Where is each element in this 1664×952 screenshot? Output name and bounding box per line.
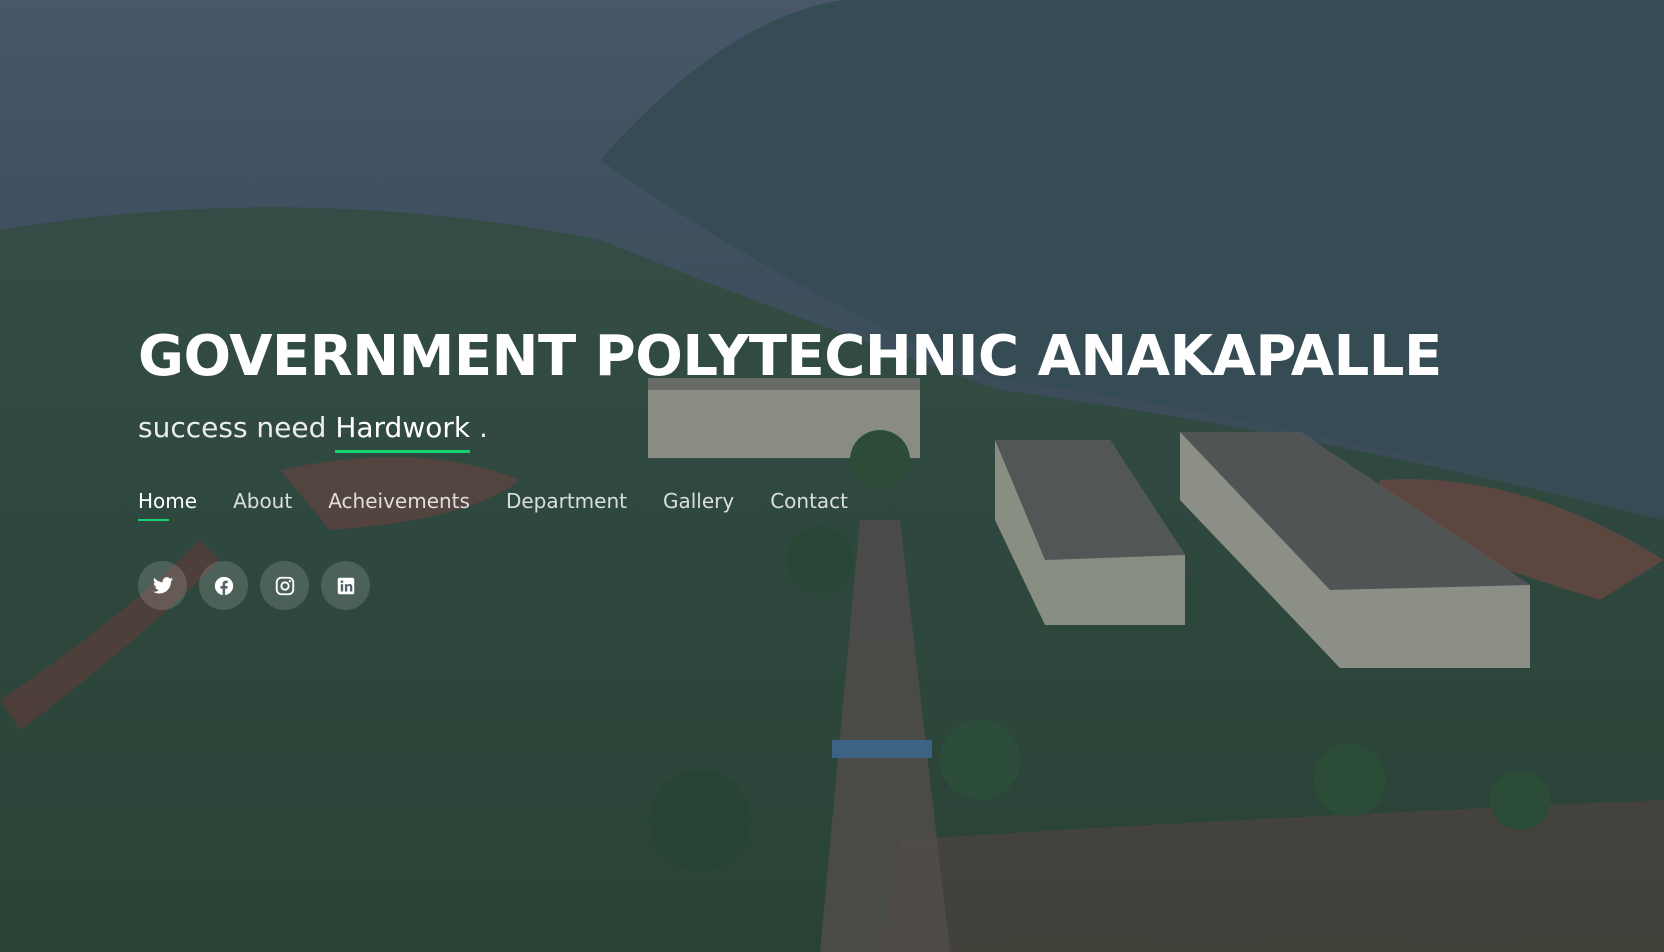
facebook-icon: [214, 576, 233, 595]
facebook-link[interactable]: [199, 561, 248, 610]
nav-item-gallery[interactable]: Gallery: [663, 487, 734, 521]
subtitle-suffix: .: [478, 411, 488, 444]
twitter-icon: [152, 576, 173, 594]
nav-item-achievements[interactable]: Acheivements: [328, 487, 470, 521]
social-links: [138, 561, 1558, 610]
twitter-link[interactable]: [138, 561, 187, 610]
linkedin-link[interactable]: [321, 561, 370, 610]
hero-section: GOVERNMENT POLYTECHNIC ANAKAPALLE succes…: [0, 0, 1664, 952]
page-title: GOVERNMENT POLYTECHNIC ANAKAPALLE: [138, 324, 1442, 389]
hero-content: GOVERNMENT POLYTECHNIC ANAKAPALLE succes…: [138, 322, 1558, 610]
instagram-link[interactable]: [260, 561, 309, 610]
nav-item-contact[interactable]: Contact: [770, 487, 848, 521]
hero-subtitle: success need Hardwork .: [138, 408, 1558, 453]
linkedin-icon: [337, 577, 354, 594]
instagram-icon: [275, 576, 294, 595]
main-nav: Home About Acheivements Department Galle…: [138, 487, 1558, 521]
subtitle-prefix: success need: [138, 411, 327, 444]
nav-item-home[interactable]: Home: [138, 487, 197, 521]
subtitle-typed-word: Hardwork: [335, 408, 471, 453]
nav-item-department[interactable]: Department: [506, 487, 627, 521]
nav-item-about[interactable]: About: [233, 487, 292, 521]
